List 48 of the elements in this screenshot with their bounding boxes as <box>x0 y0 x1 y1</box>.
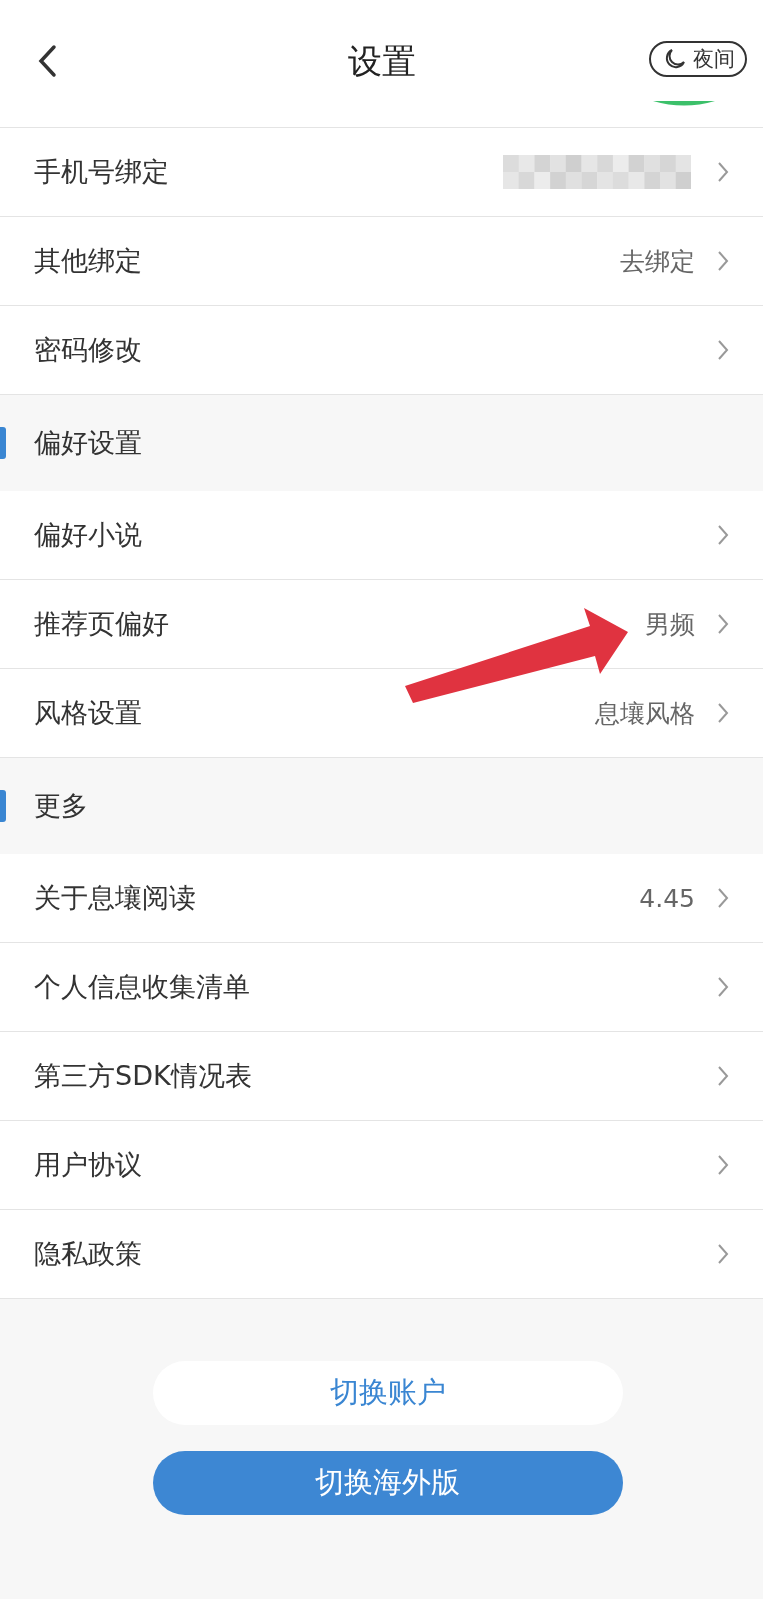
chevron-icon <box>717 613 729 635</box>
section-marker <box>0 790 6 822</box>
row-label: 手机号绑定 <box>34 155 170 189</box>
settings-row[interactable]: 密码修改 <box>0 306 763 395</box>
page-title: 设置 <box>347 39 416 83</box>
indicator-bar <box>653 100 715 107</box>
settings-row[interactable]: 风格设置 息壤风格 <box>0 669 763 758</box>
switch-button[interactable]: 切换海外版 <box>152 1451 623 1515</box>
settings-row[interactable]: 个人信息收集清单 <box>0 943 763 1032</box>
back-icon[interactable] <box>36 44 58 78</box>
chevron-icon <box>717 1154 729 1176</box>
chevron-icon <box>717 702 729 724</box>
settings-row[interactable]: 用户协议 <box>0 1121 763 1210</box>
row-label: 偏好小说 <box>34 518 143 552</box>
chevron-icon <box>717 1065 729 1087</box>
section-marker <box>0 427 6 459</box>
row-value: 男频 <box>645 608 695 641</box>
row-label: 关于息壤阅读 <box>34 881 197 915</box>
row-label: 隐私政策 <box>34 1237 143 1271</box>
chevron-icon <box>717 887 729 909</box>
chevron-icon <box>717 161 729 183</box>
row-value: 息壤风格 <box>595 697 695 730</box>
row-label: 风格设置 <box>34 696 143 730</box>
row-label: 其他绑定 <box>34 244 143 278</box>
settings-row[interactable]: 第三方SDK情况表 <box>0 1032 763 1121</box>
row-label: 推荐页偏好 <box>34 607 170 641</box>
row-value: 去绑定 <box>620 245 695 278</box>
moon-icon <box>663 47 687 71</box>
settings-row[interactable]: 其他绑定 去绑定 <box>0 217 763 306</box>
chevron-icon <box>717 524 729 546</box>
section-title: 偏好设置 <box>34 426 142 460</box>
section-title: 更多 <box>34 789 88 823</box>
settings-row[interactable]: 隐私政策 <box>0 1210 763 1299</box>
settings-row[interactable]: 关于息壤阅读 4.45 <box>0 854 763 943</box>
row-label: 个人信息收集清单 <box>34 970 251 1004</box>
switch-button[interactable]: 切换账户 <box>152 1361 623 1425</box>
row-label: 用户协议 <box>34 1148 143 1182</box>
settings-row[interactable]: 手机号绑定 <box>0 128 763 217</box>
chevron-icon <box>717 339 729 361</box>
settings-row[interactable]: 偏好小说 <box>0 491 763 580</box>
row-value: 4.45 <box>639 883 695 913</box>
settings-row[interactable]: 推荐页偏好 男频 <box>0 580 763 669</box>
row-label: 第三方SDK情况表 <box>34 1059 253 1093</box>
row-label: 密码修改 <box>34 333 143 367</box>
chevron-icon <box>717 250 729 272</box>
night-mode-button[interactable]: 夜间 <box>649 41 747 77</box>
chevron-icon <box>717 1243 729 1265</box>
chevron-icon <box>717 976 729 998</box>
